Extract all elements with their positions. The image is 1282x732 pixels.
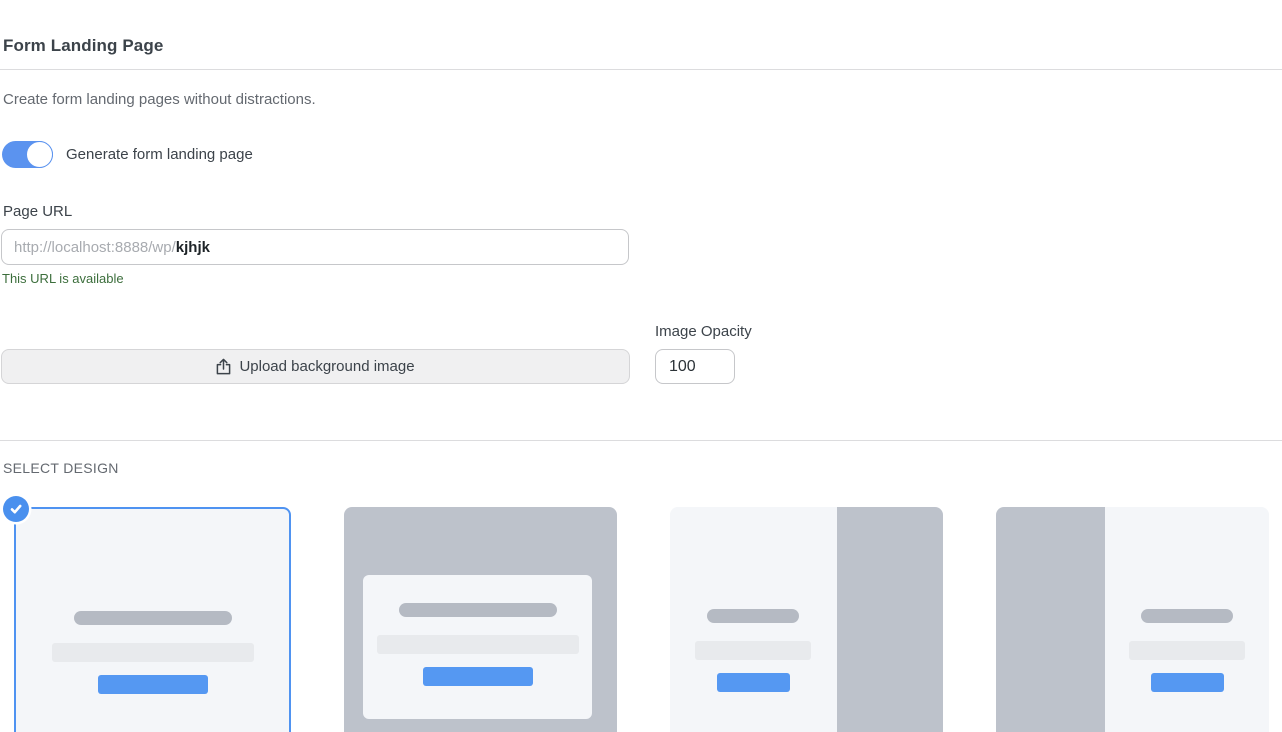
mock-field-bar bbox=[377, 635, 579, 654]
design-options bbox=[14, 507, 1282, 732]
generate-landing-page-toggle[interactable] bbox=[2, 141, 53, 168]
mock-form-panel bbox=[363, 575, 592, 719]
mock-title-bar bbox=[399, 603, 557, 617]
mock-field-bar bbox=[1129, 641, 1245, 660]
mock-submit-button-bar bbox=[98, 675, 208, 694]
generate-toggle-row: Generate form landing page bbox=[2, 141, 1282, 168]
page-url-value: kjhjk bbox=[176, 239, 210, 256]
mock-form-bars bbox=[670, 609, 837, 692]
page-title: Form Landing Page bbox=[0, 36, 1282, 70]
image-opacity-input[interactable] bbox=[655, 349, 735, 384]
url-status-message: This URL is available bbox=[2, 271, 1282, 286]
page-url-prefix: http://localhost:8888/wp/ bbox=[14, 239, 176, 256]
selected-check-icon bbox=[3, 496, 29, 522]
mock-form-bars bbox=[363, 603, 592, 686]
design-option-3[interactable] bbox=[670, 507, 943, 732]
mock-image-column bbox=[996, 507, 1105, 732]
select-design-label: SELECT DESIGN bbox=[3, 460, 1282, 476]
section-divider bbox=[0, 440, 1282, 441]
image-opacity-field: Image Opacity bbox=[655, 323, 752, 384]
background-image-row: Upload background image Image Opacity bbox=[1, 323, 1282, 384]
mock-title-bar bbox=[1141, 609, 1233, 623]
image-opacity-label: Image Opacity bbox=[655, 323, 752, 340]
mock-form-column bbox=[670, 507, 837, 732]
upload-icon bbox=[216, 358, 231, 375]
design-option-2[interactable] bbox=[344, 507, 617, 732]
design-option-1[interactable] bbox=[14, 507, 291, 732]
mock-field-bar bbox=[695, 641, 811, 660]
mock-submit-button-bar bbox=[423, 667, 533, 686]
upload-button-label: Upload background image bbox=[239, 358, 414, 375]
mock-submit-button-bar bbox=[1151, 673, 1224, 692]
design-option-4[interactable] bbox=[996, 507, 1269, 732]
generate-toggle-label: Generate form landing page bbox=[66, 146, 253, 163]
mock-submit-button-bar bbox=[717, 673, 790, 692]
upload-background-image-button[interactable]: Upload background image bbox=[1, 349, 630, 384]
form-landing-page-settings: Form Landing Page Create form landing pa… bbox=[0, 36, 1282, 732]
mock-form-bars bbox=[16, 611, 289, 694]
mock-form-column bbox=[1105, 507, 1269, 732]
mock-title-bar bbox=[74, 611, 232, 625]
page-url-label: Page URL bbox=[3, 203, 1282, 220]
mock-image-column bbox=[837, 507, 943, 732]
page-subtitle: Create form landing pages without distra… bbox=[3, 91, 1282, 108]
mock-title-bar bbox=[707, 609, 799, 623]
mock-form-bars bbox=[1105, 609, 1269, 692]
page-url-input[interactable]: http://localhost:8888/wp/kjhjk bbox=[1, 229, 629, 265]
mock-field-bar bbox=[52, 643, 254, 662]
toggle-knob bbox=[26, 141, 53, 168]
